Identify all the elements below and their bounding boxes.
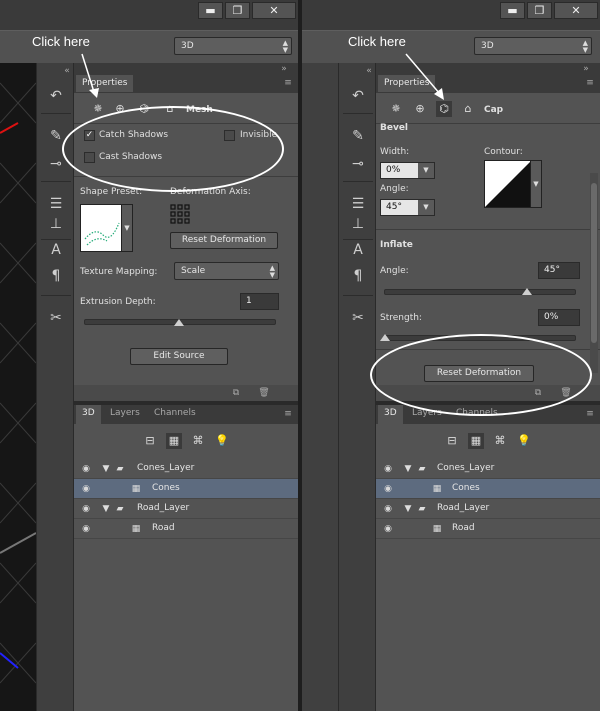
- callout-arrow: [405, 53, 444, 100]
- left-screenshot-pane: ▬ ❐ ✕ 3D ▲ ▼ Click here « ↶ ✎ ⊸ ☰ ⊥ A ¶ …: [0, 0, 298, 711]
- callout-arrow: [81, 53, 99, 98]
- right-screenshot-pane: ▬ ❐ ✕ 3D ▲ ▼ Click here « ↶ ✎ ⊸ ☰ ⊥ A ¶ ✂…: [302, 0, 600, 711]
